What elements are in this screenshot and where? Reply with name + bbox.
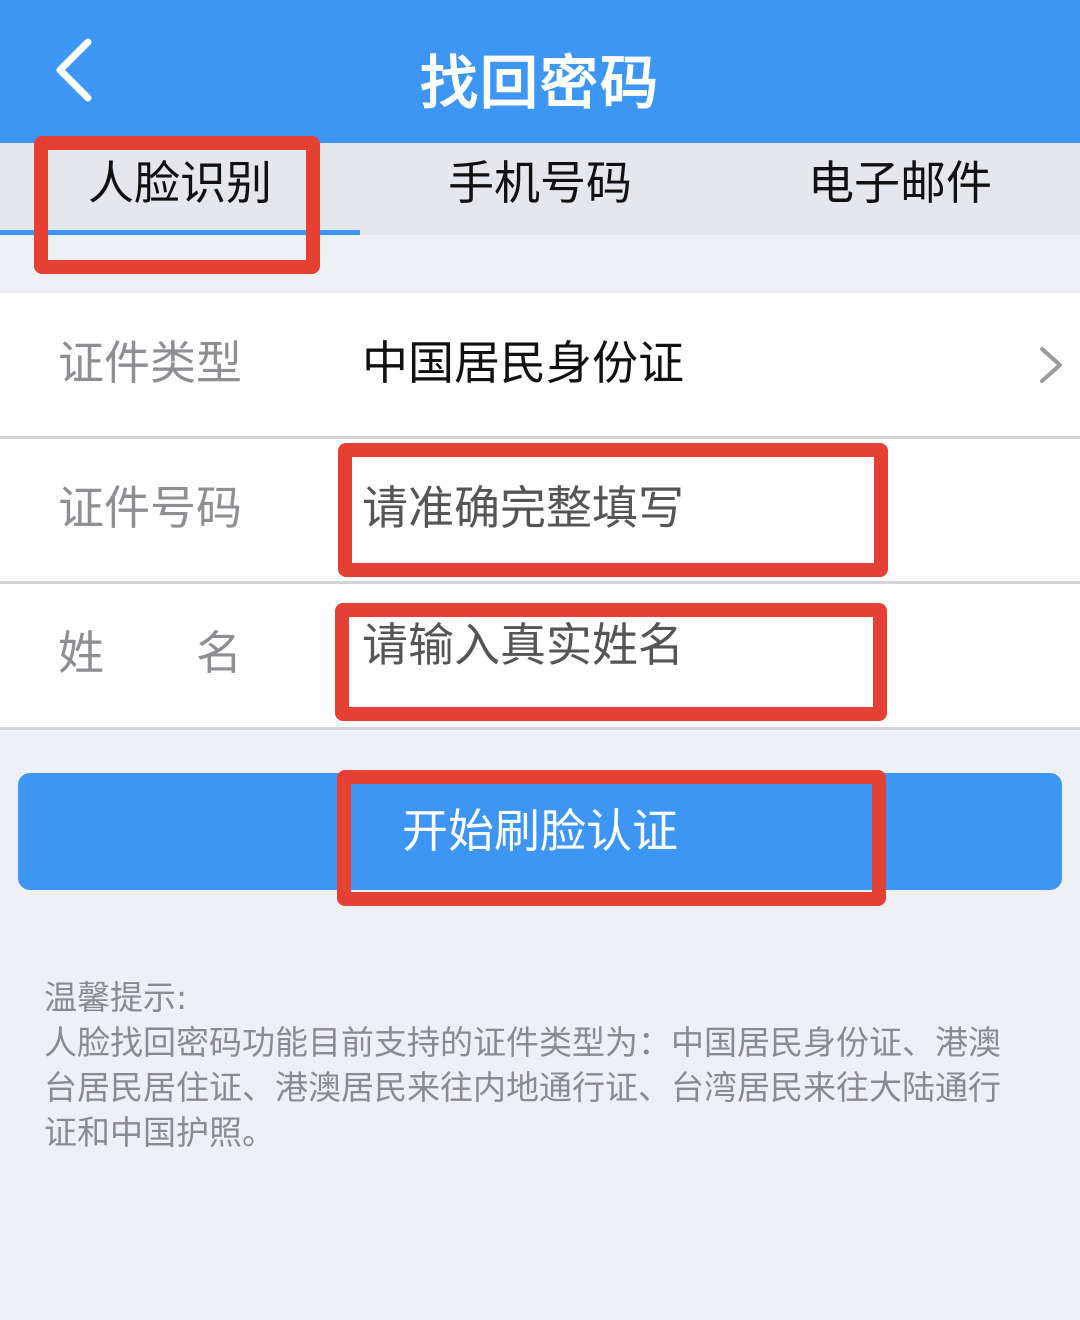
- active-tab-indicator: [0, 230, 360, 235]
- tab-email[interactable]: 电子邮件: [720, 143, 1080, 235]
- start-face-verification-button[interactable]: 开始刷脸认证: [18, 773, 1062, 890]
- name-row: 姓 名: [0, 583, 1080, 730]
- app-header: 找回密码: [0, 0, 1080, 143]
- tips-body: 人脸找回密码功能目前支持的证件类型为：中国居民身份证、港澳台居民居住证、港澳居民…: [44, 1023, 1001, 1152]
- id-number-input[interactable]: [348, 458, 873, 558]
- tips-panel: 温馨提示: 人脸找回密码功能目前支持的证件类型为：中国居民身份证、港澳台居民居住…: [44, 975, 1024, 1155]
- row-divider: [0, 727, 1080, 730]
- page-title: 找回密码: [419, 49, 660, 117]
- id-number-label: 证件号码: [58, 481, 242, 535]
- id-type-label: 证件类型: [58, 336, 242, 390]
- start-face-verification-label: 开始刷脸认证: [402, 804, 678, 858]
- tab-bar: 人脸识别 手机号码 电子邮件: [0, 143, 1080, 235]
- chevron-right-icon: [1040, 347, 1062, 383]
- id-number-row: 证件号码: [0, 438, 1080, 583]
- id-type-value[interactable]: 中国居民身份证: [362, 293, 684, 438]
- name-input[interactable]: [348, 595, 873, 695]
- tab-phone-number[interactable]: 手机号码: [360, 143, 720, 235]
- verification-form: 证件类型 中国居民身份证 证件号码 姓 名: [0, 293, 1080, 730]
- id-type-row[interactable]: 证件类型 中国居民身份证: [0, 293, 1080, 438]
- tips-heading: 温馨提示:: [44, 978, 188, 1017]
- name-label: 姓 名: [58, 626, 242, 680]
- tab-face-recognition[interactable]: 人脸识别: [0, 143, 360, 235]
